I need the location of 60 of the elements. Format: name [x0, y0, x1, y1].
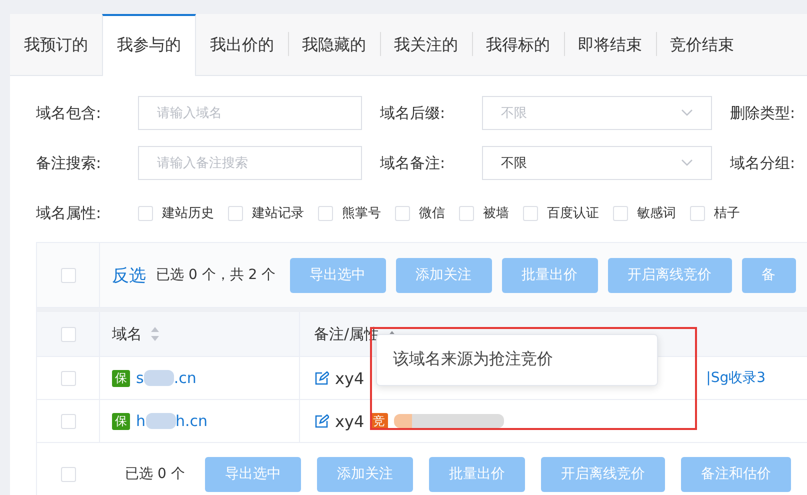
sort-icon[interactable] [150, 326, 160, 342]
checkbox[interactable] [60, 326, 76, 342]
checkbox[interactable] [613, 206, 628, 220]
checkbox-label: 被墙 [483, 205, 509, 222]
checkbox-label: 建站历史 [162, 205, 214, 222]
filter-label: 域名备注: [380, 154, 446, 172]
checkbox-label: 敏感词 [637, 205, 676, 222]
filter-label: 域名分组: [730, 154, 796, 172]
checkbox-label: 建站记录 [252, 205, 304, 222]
selection-summary: 已选 0 个，共 2 个 [156, 266, 276, 284]
tab[interactable]: 我关注的 [380, 14, 472, 75]
column-header[interactable]: 域名 [112, 324, 142, 344]
checkbox[interactable] [60, 370, 76, 386]
domain-link[interactable]: .cn [174, 369, 196, 387]
checkbox[interactable] [228, 206, 243, 220]
checkbox[interactable] [138, 206, 153, 220]
tab[interactable]: 我出价的 [196, 14, 288, 75]
checkbox[interactable] [523, 206, 538, 220]
domain-link[interactable]: s [136, 369, 144, 387]
checkbox[interactable] [459, 206, 474, 220]
invert-selection-link[interactable]: 反选 [112, 264, 146, 286]
checkbox[interactable] [690, 206, 705, 220]
input-field[interactable]: 请输入域名 [138, 96, 362, 130]
filter-label: 删除类型: [730, 104, 796, 122]
remark-text: xy4 [335, 412, 364, 430]
filter-label: 域名包含: [36, 104, 102, 122]
checkbox-label: 微信 [419, 205, 445, 222]
checkbox[interactable] [60, 268, 76, 282]
checkbox[interactable] [318, 206, 333, 220]
input-field[interactable]: 请输入备注搜索 [138, 146, 362, 180]
domain-link[interactable]: h.cn [176, 412, 208, 430]
edit-icon[interactable] [314, 370, 329, 386]
checkbox-label: 熊掌号 [342, 205, 381, 222]
protected-badge: 保 [112, 370, 130, 386]
tab[interactable]: 我隐藏的 [288, 14, 380, 75]
chevron-down-icon[interactable] [681, 159, 693, 167]
checkbox[interactable] [60, 414, 76, 428]
redacted-block [146, 413, 176, 429]
selection-summary: 已选 0 个 [125, 465, 185, 483]
redacted-block [144, 370, 174, 386]
checkbox-label: 百度认证 [547, 205, 599, 222]
edit-icon[interactable] [314, 414, 329, 428]
checkbox[interactable] [395, 206, 410, 220]
protected-badge: 保 [112, 412, 130, 430]
select-field[interactable]: 不限 [482, 146, 712, 180]
checkbox[interactable] [60, 466, 76, 482]
chevron-down-icon[interactable] [681, 109, 693, 117]
tab[interactable]: 竞价结束 [656, 14, 748, 75]
remark-text: xy4 [335, 368, 364, 388]
checkbox-label: 桔子 [714, 205, 740, 222]
domain-link[interactable]: h [136, 412, 146, 430]
tooltip: 该域名来源为抢注竞价 [376, 334, 658, 386]
tab[interactable]: 我参与的 [102, 14, 196, 76]
filter-label: 域名属性: [36, 204, 102, 222]
attribute-link[interactable]: |Sg收录3 [706, 369, 766, 387]
tab[interactable]: 我预订的 [10, 14, 102, 75]
filter-label: 备注搜索: [36, 154, 102, 172]
filter-label: 域名后缀: [380, 104, 446, 122]
tab[interactable]: 我得标的 [472, 14, 564, 75]
tab[interactable]: 即将结束 [564, 14, 656, 75]
